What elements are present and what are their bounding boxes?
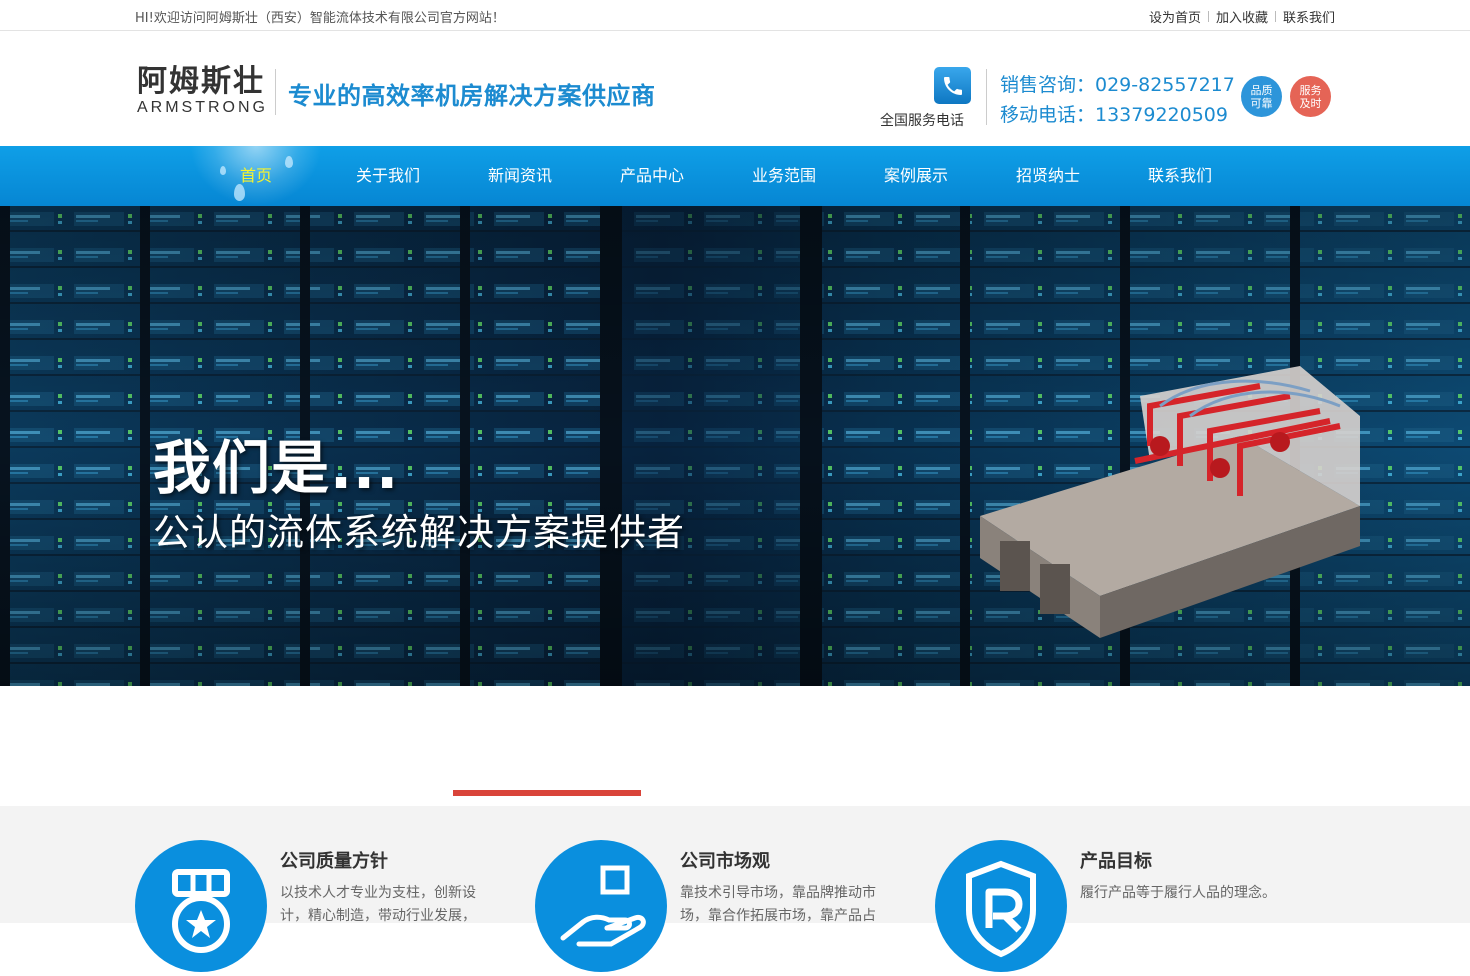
badge-text: 及时 <box>1299 96 1322 110</box>
banner-headline: 我们是... <box>153 434 400 502</box>
section-accent-bar <box>453 790 641 796</box>
nav-item-contact[interactable]: 联系我们 <box>1114 146 1246 206</box>
nav-label: 招贤纳士 <box>1015 166 1080 185</box>
nav-item-jobs[interactable]: 招贤纳士 <box>982 146 1114 206</box>
service-phone-label: 全国服务电话 <box>880 113 964 129</box>
divider <box>1274 11 1276 22</box>
feature-icon-circle <box>535 840 667 972</box>
nav-label: 联系我们 <box>1147 166 1212 185</box>
hero-banner[interactable]: 我们是... 公认的流体系统解决方案提供者 <box>0 206 1470 686</box>
nav-label: 案例展示 <box>883 166 948 185</box>
nav-label: 首页 <box>239 166 272 185</box>
logo-cn: 阿姆斯壮 <box>137 64 265 99</box>
logo-en: ARMSTRONG <box>137 99 268 116</box>
feature-icon-circle <box>935 840 1067 972</box>
registered-shield-icon <box>966 860 1036 958</box>
nav-label: 产品中心 <box>619 166 684 185</box>
medal-icon <box>172 869 230 953</box>
sales-phone: 销售咨询：029-82557217 <box>1000 74 1235 96</box>
logo-divider <box>275 69 276 115</box>
nav-item-products[interactable]: 产品中心 <box>586 146 718 206</box>
nav-item-home[interactable]: 首页 <box>190 146 322 206</box>
feature-icon-circle <box>135 840 267 972</box>
banner-subline: 公认的流体系统解决方案提供者 <box>153 511 685 554</box>
set-homepage-link[interactable]: 设为首页 <box>1149 7 1201 26</box>
water-drop-decoration <box>220 166 226 175</box>
phone-icon <box>934 67 971 104</box>
nav-label: 新闻资讯 <box>487 166 552 185</box>
hand-box-icon <box>560 865 646 947</box>
nav-item-cases[interactable]: 案例展示 <box>850 146 982 206</box>
welcome-text: HI!欢迎访问阿姆斯壮（西安）智能流体技术有限公司官方网站！ <box>135 11 505 26</box>
main-nav: 首页 关于我们 新闻资讯 产品中心 业务范围 案例展示 招贤纳士 联系我们 <box>0 146 1470 206</box>
feature-description: 履行产品等于履行人品的理念。 <box>1080 885 1276 901</box>
nav-item-business[interactable]: 业务范围 <box>718 146 850 206</box>
feature-title: 公司市场观 <box>680 851 770 872</box>
badge-text: 服务 <box>1299 83 1322 97</box>
feature-description: 靠技术引导市场，靠品牌推动市场，靠合作拓展市场，靠产品占 <box>680 885 876 924</box>
quality-reliable-badge: 品质 可靠 <box>1241 76 1282 117</box>
top-bar: HI!欢迎访问阿姆斯壮（西安）智能流体技术有限公司官方网站！ 设为首页 加入收藏… <box>0 0 1470 31</box>
feature-description: 以技术人才专业为支柱，创新设计，精心制造，带动行业发展， <box>280 885 476 924</box>
service-timely-badge: 服务 及时 <box>1290 76 1331 117</box>
feature-title: 产品目标 <box>1080 851 1152 872</box>
feature-title: 公司质量方针 <box>280 851 388 872</box>
contact-us-link[interactable]: 联系我们 <box>1283 7 1335 26</box>
nav-item-about[interactable]: 关于我们 <box>322 146 454 206</box>
badge-text: 可靠 <box>1250 96 1273 110</box>
water-drop-decoration <box>234 184 245 201</box>
badge-text: 品质 <box>1250 83 1273 97</box>
nav-label: 关于我们 <box>355 166 420 185</box>
divider <box>1207 11 1209 22</box>
nav-label: 业务范围 <box>751 166 816 185</box>
slogan: 专业的高效率机房解决方案供应商 <box>288 82 656 110</box>
header: 阿姆斯壮 ARMSTRONG 专业的高效率机房解决方案供应商 全国服务电话 销售… <box>0 31 1470 146</box>
water-drop-decoration <box>285 156 293 168</box>
nav-item-news[interactable]: 新闻资讯 <box>454 146 586 206</box>
top-links: 设为首页 加入收藏 联系我们 <box>1149 7 1335 26</box>
divider <box>986 69 987 125</box>
features-section: 公司质量方针 以技术人才专业为支柱，创新设计，精心制造，带动行业发展， 公司市场… <box>0 806 1470 972</box>
mobile-phone: 移动电话：13379220509 <box>1000 104 1228 126</box>
add-favorite-link[interactable]: 加入收藏 <box>1216 7 1268 26</box>
